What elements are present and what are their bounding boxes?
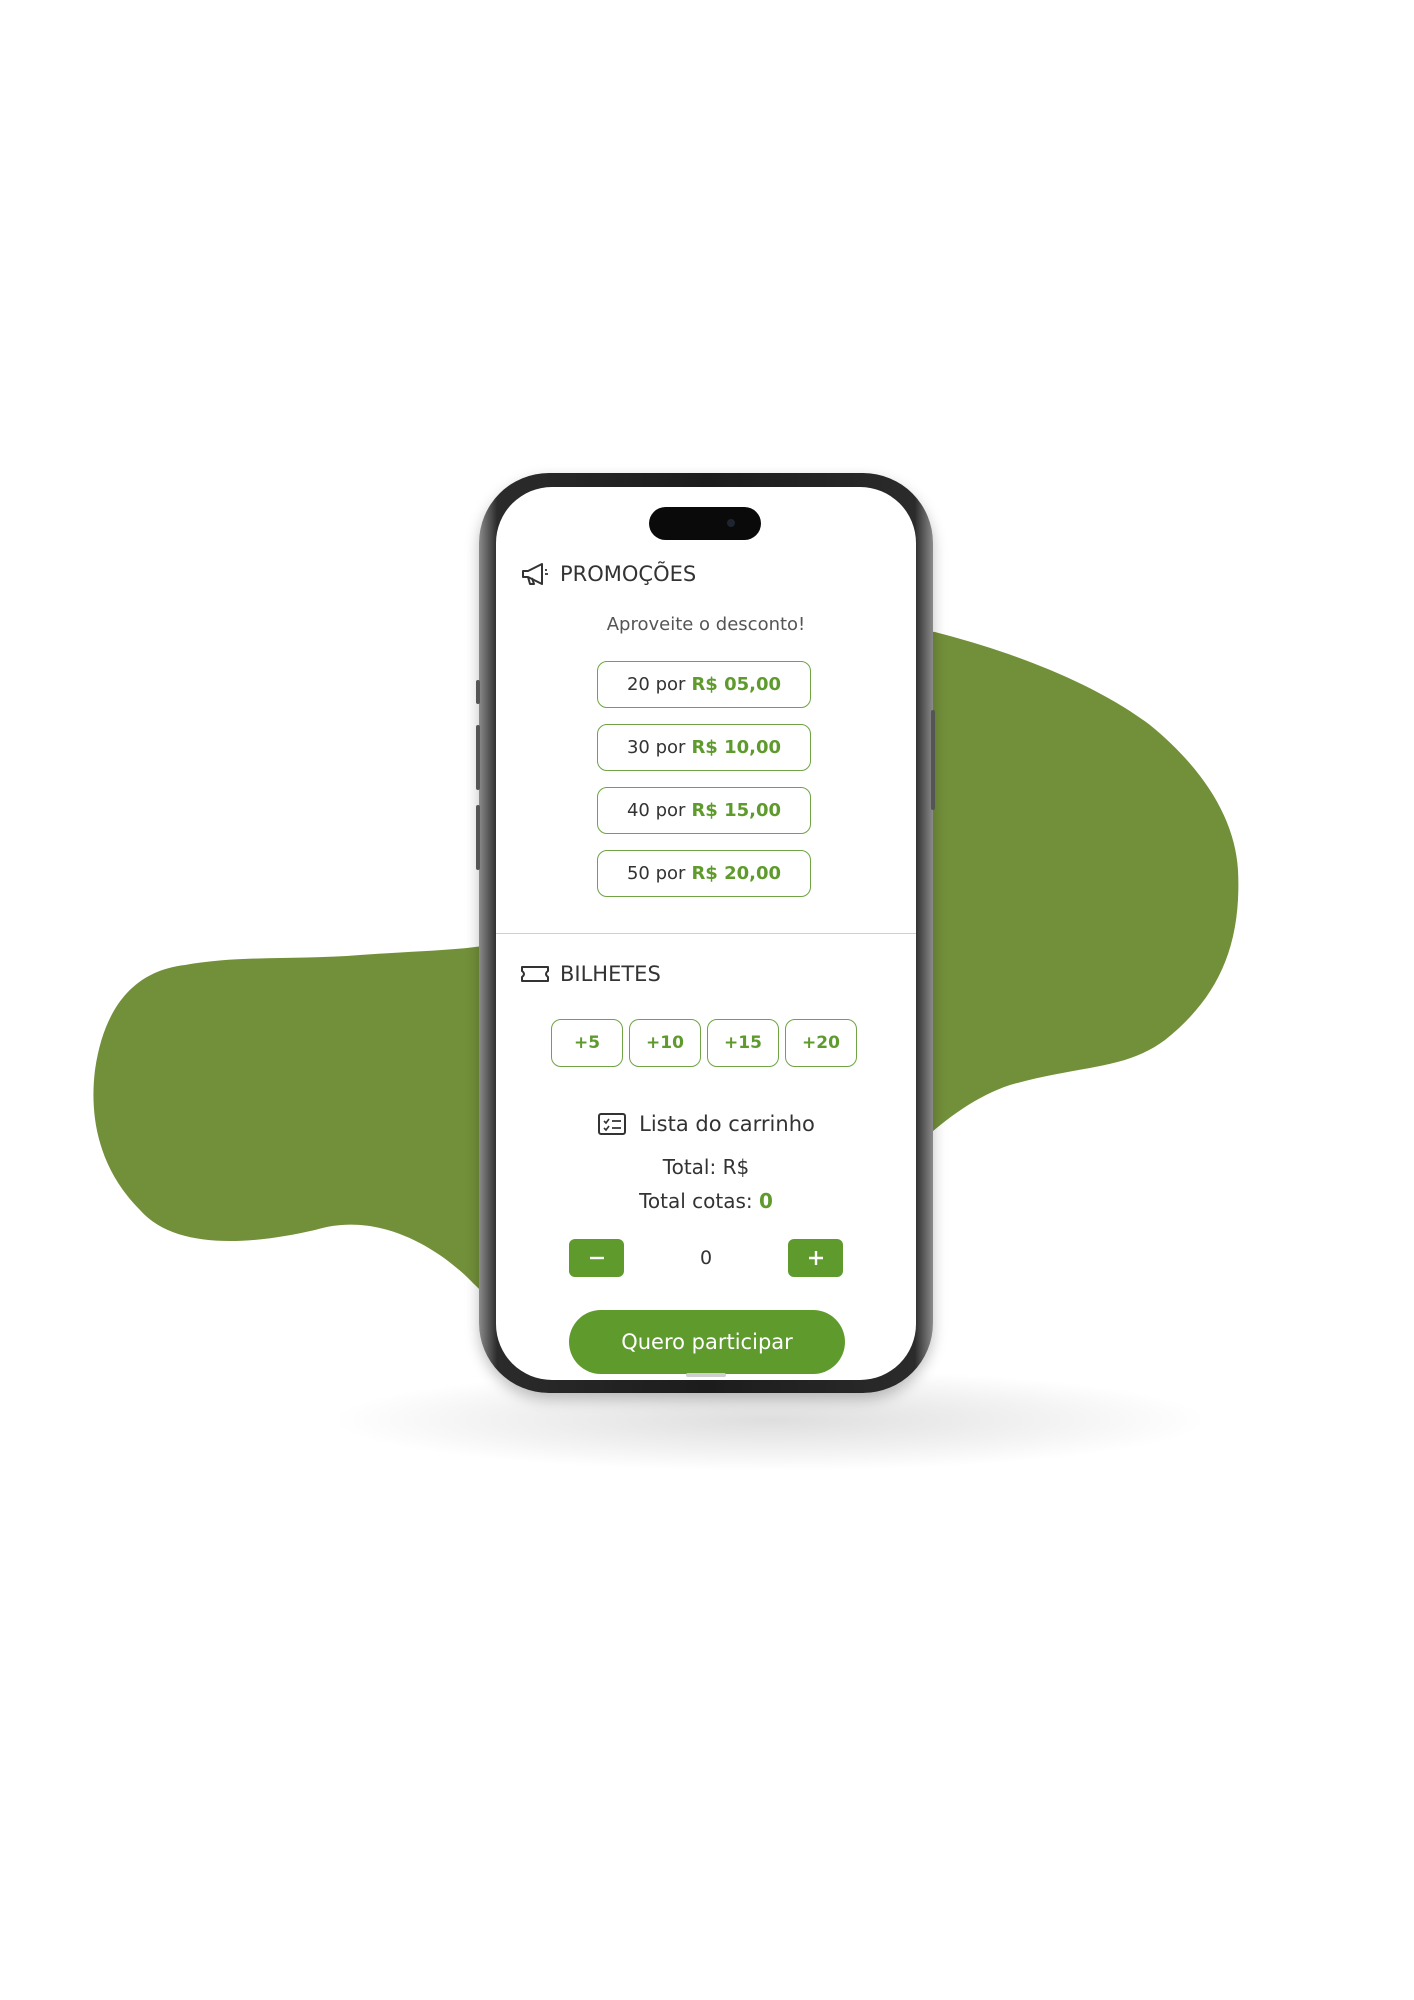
home-indicator	[686, 1373, 726, 1377]
participate-button[interactable]: Quero participar	[569, 1310, 845, 1374]
plus-icon	[808, 1251, 823, 1265]
promo-offer-50[interactable]: 50 por R$ 20,00	[597, 850, 811, 897]
cart-title: Lista do carrinho	[639, 1112, 815, 1136]
promo-price: R$ 10,00	[691, 737, 782, 758]
promocoes-subtitle: Aproveite o desconto!	[606, 614, 806, 635]
phone-power-button	[931, 710, 935, 810]
cart-header: Lista do carrinho	[496, 1112, 916, 1136]
ticket-icon	[521, 966, 549, 982]
camera-icon	[727, 519, 735, 527]
add-20-button[interactable]: +20	[785, 1019, 857, 1067]
quantity-value[interactable]: 0	[646, 1239, 766, 1277]
add-10-button[interactable]: +10	[629, 1019, 701, 1067]
add-15-button[interactable]: +15	[707, 1019, 779, 1067]
cart-total-cotas: Total cotas: 0	[496, 1189, 916, 1213]
megaphone-icon	[522, 563, 548, 585]
promo-qty-label: 20 por	[626, 674, 686, 695]
promo-price: R$ 05,00	[691, 674, 782, 695]
promo-offer-40[interactable]: 40 por R$ 15,00	[597, 787, 811, 834]
phone-volume-up	[476, 725, 480, 790]
phone-side-button	[476, 680, 480, 704]
promo-offer-30[interactable]: 30 por R$ 10,00	[597, 724, 811, 771]
bilhetes-title: BILHETES	[560, 962, 661, 986]
list-icon	[598, 1113, 627, 1135]
promo-offer-20[interactable]: 20 por R$ 05,00	[597, 661, 811, 708]
promo-qty-label: 40 por	[626, 800, 686, 821]
minus-icon	[589, 1256, 604, 1260]
promocoes-title: PROMOÇÕES	[560, 562, 697, 586]
phone-screen: PROMOÇÕES Aproveite o desconto! 20 por R…	[496, 487, 916, 1380]
promo-qty-label: 30 por	[626, 737, 686, 758]
promocoes-header: PROMOÇÕES	[520, 561, 696, 587]
phone-volume-down	[476, 805, 480, 870]
cart-total: Total: R$	[662, 1155, 750, 1179]
section-divider	[496, 933, 916, 934]
dynamic-island	[649, 507, 761, 540]
decrement-button[interactable]	[569, 1239, 624, 1277]
cotas-value: 0	[759, 1189, 773, 1213]
increment-button[interactable]	[788, 1239, 843, 1277]
bilhetes-header: BILHETES	[520, 962, 661, 986]
cotas-label: Total cotas:	[639, 1189, 753, 1213]
promo-qty-label: 50 por	[626, 863, 686, 884]
promo-price: R$ 20,00	[691, 863, 782, 884]
add-5-button[interactable]: +5	[551, 1019, 623, 1067]
promo-price: R$ 15,00	[691, 800, 782, 821]
